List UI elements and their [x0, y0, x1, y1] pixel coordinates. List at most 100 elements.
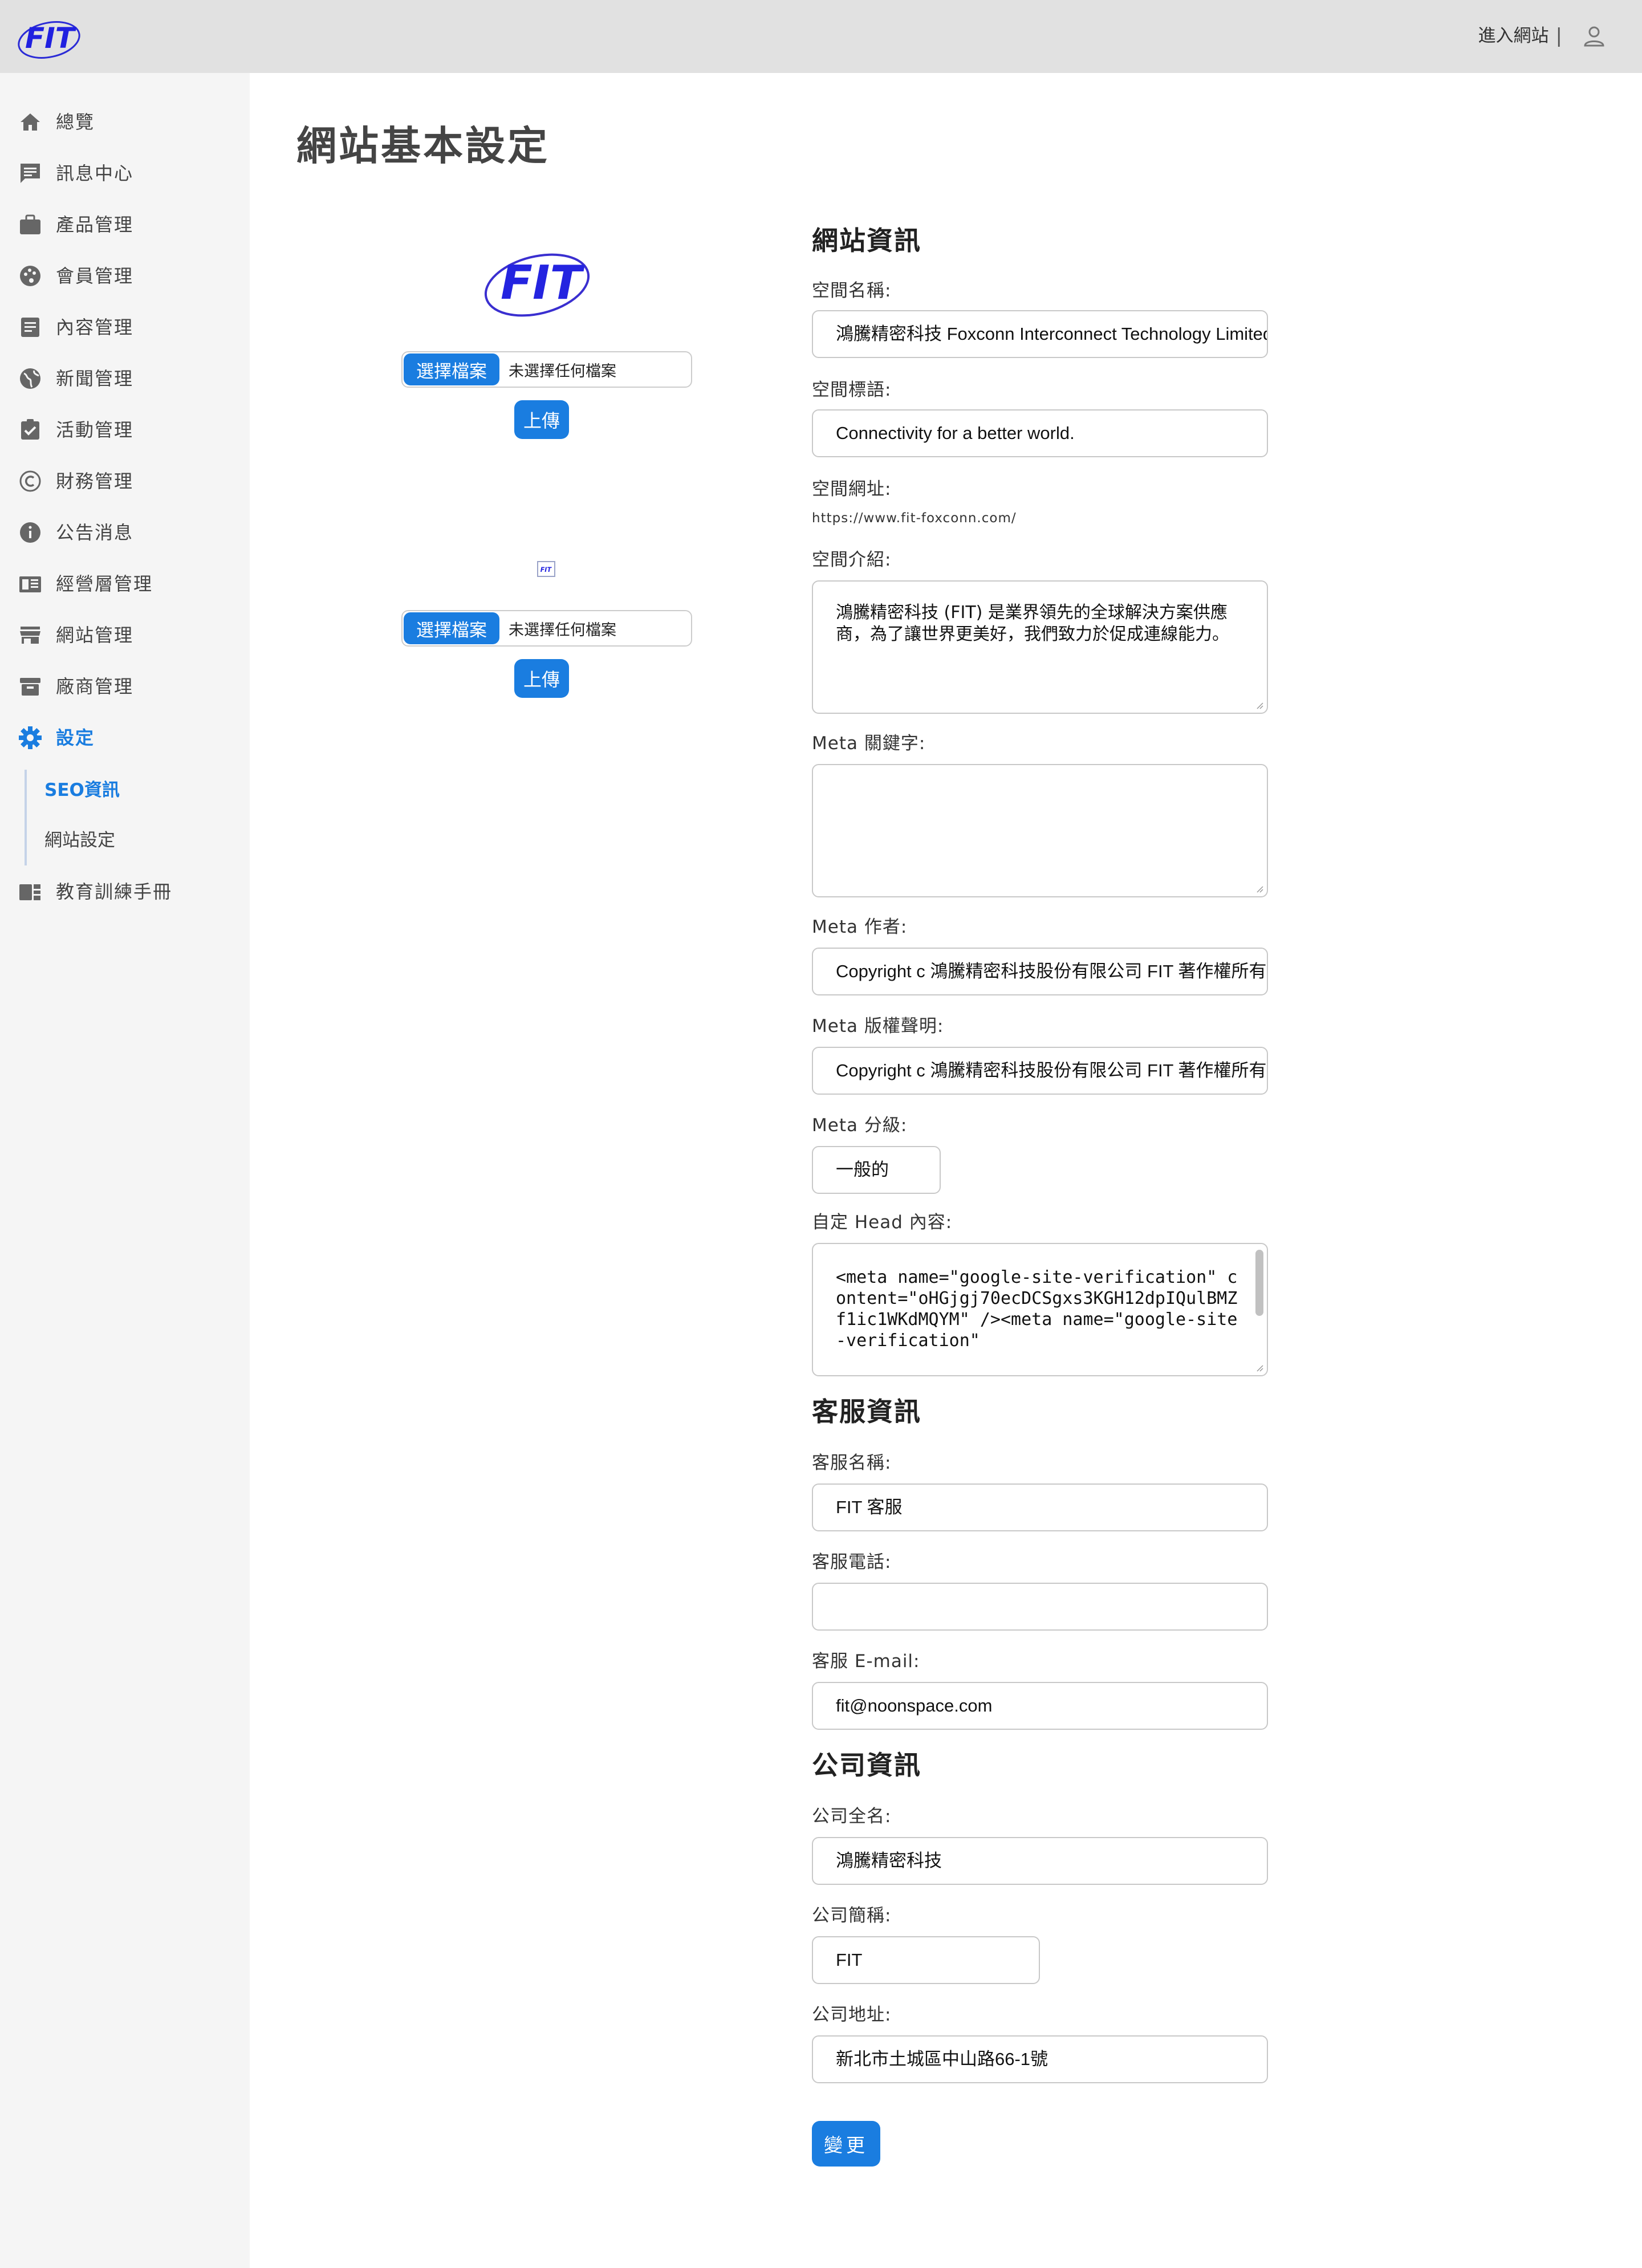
company-short-name-input[interactable]: FIT: [812, 1936, 1040, 1984]
info-icon: [20, 522, 40, 543]
submit-change-button[interactable]: 變更: [812, 2121, 880, 2167]
archive-icon: [20, 678, 40, 696]
space-intro-textarea[interactable]: 鴻騰精密科技 (FIT) 是業界領先的全球解決方案供應商，為了讓世界更美好，我們…: [812, 580, 1268, 714]
service-phone-label: 客服電話:: [812, 1552, 892, 1572]
service-name-label: 客服名稱:: [812, 1453, 892, 1473]
space-slogan-input[interactable]: Connectivity for a better world.: [812, 409, 1268, 457]
fit-logo[interactable]: FIT: [16, 10, 99, 62]
meta-copyright-label: Meta 版權聲明:: [812, 1016, 944, 1037]
clipboard-check-icon: [21, 419, 39, 440]
document-icon: [21, 318, 39, 337]
scrollbar-thumb[interactable]: [1255, 1250, 1263, 1316]
service-email-label: 客服 E-mail:: [812, 1651, 920, 1672]
sidebar-item-label: 教育訓練手冊: [56, 881, 173, 903]
service-name-input[interactable]: FIT 客服: [812, 1483, 1268, 1531]
sidebar-item-vendors[interactable]: 廠商管理: [0, 664, 250, 709]
company-full-name-label: 公司全名:: [812, 1806, 892, 1827]
sidebar-item-label: 財務管理: [56, 470, 134, 492]
meta-copyright-input[interactable]: Copyright c 鴻騰精密科技股份有限公司 FIT 著作權所有: [812, 1047, 1268, 1095]
enter-site-link[interactable]: 進入網站 |: [1478, 23, 1562, 49]
resize-handle-icon[interactable]: [1255, 1364, 1263, 1372]
sidebar-item-settings[interactable]: 設定: [0, 715, 250, 761]
space-intro-label: 空間介紹:: [812, 550, 892, 570]
svg-text:FIT: FIT: [540, 566, 552, 574]
space-name-input[interactable]: 鴻騰精密科技 Foxconn Interconnect Technology L…: [812, 310, 1268, 358]
sidebar-item-announcements[interactable]: 公告消息: [0, 510, 250, 555]
sidebar-item-label: 總覽: [56, 111, 95, 133]
sidebar-subitem-site-settings[interactable]: 網站設定: [44, 823, 115, 857]
home-icon: [21, 113, 40, 131]
sidebar-item-label: 廠商管理: [56, 676, 134, 697]
space-url-value: https://www.fit-foxconn.com/: [812, 511, 1017, 526]
space-url-label: 空間網址:: [812, 479, 892, 499]
sidebar-item-label: 新聞管理: [56, 368, 134, 389]
company-short-name-label: 公司簡稱:: [812, 1905, 892, 1926]
meta-rating-input[interactable]: 一般的: [812, 1146, 941, 1194]
sidebar-item-label: 內容管理: [56, 316, 134, 338]
resize-handle-icon[interactable]: [1255, 701, 1263, 709]
page-title: 網站基本設定: [296, 123, 550, 169]
choose-file-button[interactable]: 選擇檔案: [404, 353, 499, 385]
sidebar-item-products[interactable]: 產品管理: [0, 202, 250, 247]
sidebar-item-management[interactable]: 經營層管理: [0, 561, 250, 607]
custom-head-text: <meta name="google-site-verification" co…: [836, 1267, 1238, 1351]
no-file-text: 未選擇任何檔案: [509, 621, 616, 639]
choose-file-button[interactable]: 選擇檔案: [404, 612, 499, 644]
book-icon: [19, 576, 41, 592]
section-title-service-info: 客服資訊: [812, 1396, 921, 1427]
meta-author-input[interactable]: Copyright c 鴻騰精密科技股份有限公司 FIT 著作權所有: [812, 948, 1268, 995]
service-phone-input[interactable]: [812, 1583, 1268, 1631]
store-icon: [20, 627, 40, 644]
space-intro-text: 鴻騰精密科技 (FIT) 是業界領先的全球解決方案供應商，為了讓世界更美好，我們…: [836, 603, 1229, 644]
favicon-preview-image: FIT: [537, 561, 555, 577]
no-file-text: 未選擇任何檔案: [509, 362, 616, 380]
meta-author-label: Meta 作者:: [812, 917, 908, 937]
sidebar-item-label: 網站管理: [56, 624, 134, 646]
upload-favicon-button[interactable]: 上傳: [514, 659, 569, 698]
favicon-file-input[interactable]: 選擇檔案 未選擇任何檔案: [401, 610, 692, 647]
meta-keywords-textarea[interactable]: [812, 764, 1268, 897]
sidebar-item-overview[interactable]: 總覽: [0, 99, 250, 145]
meta-keywords-label: Meta 關鍵字:: [812, 733, 926, 754]
sidebar-item-finance[interactable]: 財務管理: [0, 458, 250, 504]
sidebar-subitem-seo[interactable]: SEO資訊: [44, 773, 120, 807]
space-name-label: 空間名稱:: [812, 281, 892, 301]
custom-head-textarea[interactable]: <meta name="google-site-verification" co…: [812, 1243, 1268, 1376]
sidebar-item-website[interactable]: 網站管理: [0, 612, 250, 658]
copyright-icon: [19, 470, 41, 492]
sidebar: 總覽 訊息中心 產品管理 會員管理 內容管理 新聞管理 活動管理 財務管理 公告…: [0, 73, 250, 2268]
upload-logo-button[interactable]: 上傳: [514, 400, 569, 439]
sidebar-item-members[interactable]: 會員管理: [0, 253, 250, 299]
custom-head-label: 自定 Head 內容:: [812, 1212, 953, 1233]
space-slogan-label: 空間標語:: [812, 380, 892, 400]
enter-site-label: 進入網站: [1478, 26, 1549, 46]
logo-file-input[interactable]: 選擇檔案 未選擇任何檔案: [401, 351, 692, 388]
globe-icon: [20, 368, 40, 389]
sidebar-item-label: 會員管理: [56, 265, 134, 287]
svg-text:FIT: FIT: [25, 22, 77, 55]
sidebar-item-content[interactable]: 內容管理: [0, 304, 250, 350]
sidebar-item-label: 公告消息: [56, 522, 134, 543]
briefcase-icon: [20, 214, 40, 234]
sidebar-item-label: 活動管理: [56, 419, 134, 441]
sidebar-item-events[interactable]: 活動管理: [0, 407, 250, 453]
company-address-input[interactable]: 新北市土城區中山路66-1號: [812, 2035, 1268, 2083]
company-address-label: 公司地址:: [812, 2005, 892, 2025]
sidebar-item-label: 經營層管理: [56, 573, 153, 595]
submenu-indicator: [25, 770, 27, 865]
section-title-company-info: 公司資訊: [812, 1750, 921, 1781]
manual-icon: [19, 884, 40, 900]
sidebar-item-messages[interactable]: 訊息中心: [0, 151, 250, 196]
sidebar-item-training-manual[interactable]: 教育訓練手冊: [0, 869, 250, 914]
company-full-name-input[interactable]: 鴻騰精密科技: [812, 1837, 1268, 1885]
gear-icon: [19, 726, 42, 749]
logo-preview-image: FIT: [484, 253, 590, 317]
user-icon[interactable]: [1582, 24, 1607, 49]
service-email-input[interactable]: fit@noonspace.com: [812, 1682, 1268, 1730]
header-separator: |: [1555, 25, 1562, 47]
sidebar-item-label: 產品管理: [56, 214, 134, 235]
resize-handle-icon[interactable]: [1255, 885, 1263, 893]
svg-text:FIT: FIT: [501, 256, 586, 310]
sidebar-item-news[interactable]: 新聞管理: [0, 356, 250, 401]
section-title-site-info: 網站資訊: [812, 225, 921, 256]
